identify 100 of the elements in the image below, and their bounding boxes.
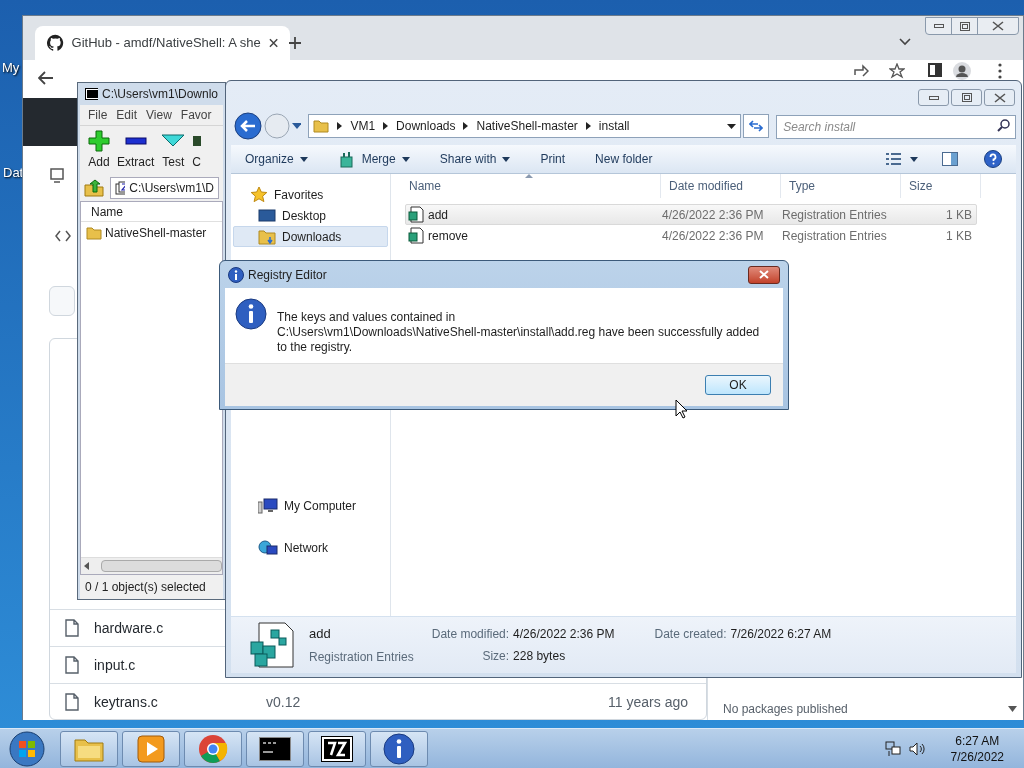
info-icon xyxy=(383,732,415,765)
nav-item[interactable]: Favorites xyxy=(233,184,388,205)
column-header[interactable]: Size xyxy=(901,174,981,198)
address-bar[interactable]: VM1 Downloads NativeShell-master install xyxy=(308,114,742,138)
refresh-button[interactable] xyxy=(743,114,770,138)
file-row[interactable]: remove 4/26/2022 2:36 PM Registration Entries 1 KB xyxy=(405,225,977,246)
path-field[interactable]: C:\Users\vm1\D xyxy=(110,177,219,199)
file-icon xyxy=(65,656,79,674)
chevron-right-icon[interactable] xyxy=(337,122,343,130)
column-header[interactable]: Date modified xyxy=(661,174,781,198)
close-icon[interactable] xyxy=(268,38,278,48)
commit-message[interactable]: v0.12 xyxy=(266,691,301,713)
status-text: 0 / 1 object(s) selected xyxy=(85,579,206,596)
close-button[interactable] xyxy=(748,265,780,284)
ok-button[interactable]: OK xyxy=(705,375,771,395)
chevron-right-icon[interactable] xyxy=(463,122,469,130)
file-row[interactable]: add 4/26/2022 2:36 PM Registration Entries 1 KB xyxy=(405,204,977,225)
command-button[interactable]: Organize xyxy=(245,150,308,168)
dialog-message: The keys and values contained in C:\Users\vm1\Downloads\NativeShell-master\install\add.reg have been successfully added to the registry. xyxy=(277,310,761,355)
search-icon[interactable] xyxy=(997,119,1010,132)
back-button[interactable] xyxy=(234,112,262,140)
nav-item[interactable]: My Computer xyxy=(233,495,388,516)
history-dropdown-icon[interactable] xyxy=(291,123,302,129)
file-date: 4/26/2022 2:36 PM xyxy=(662,227,765,245)
toolbar-button[interactable]: C xyxy=(192,130,201,171)
detail-label: Date modified: xyxy=(431,626,510,643)
maximize-icon xyxy=(959,21,970,31)
file-name-link[interactable]: input.c xyxy=(94,654,136,676)
help-icon[interactable] xyxy=(984,150,1002,168)
command-button[interactable]: Print xyxy=(540,150,566,168)
breadcrumb-item[interactable]: NativeShell-master xyxy=(476,117,578,135)
network-icon[interactable] xyxy=(884,740,901,757)
toolbar-button[interactable]: Test xyxy=(161,130,186,171)
archive-icon xyxy=(115,181,126,195)
nav-item[interactable]: Network xyxy=(233,537,388,558)
chrome-icon xyxy=(198,733,228,764)
github-icon xyxy=(47,34,64,52)
preview-pane-icon[interactable] xyxy=(942,152,958,166)
list-row[interactable]: NativeShell-master xyxy=(81,222,222,244)
close-button[interactable] xyxy=(984,89,1015,106)
registry-file-icon xyxy=(408,227,424,244)
command-button[interactable]: Share with xyxy=(439,150,511,168)
file-name-link[interactable]: hardware.c xyxy=(94,617,164,639)
chevron-right-icon[interactable] xyxy=(383,122,389,130)
menu-item[interactable]: Favor xyxy=(180,106,212,124)
star-icon[interactable] xyxy=(889,63,905,79)
back-icon[interactable] xyxy=(38,71,54,85)
commit-age: 11 years ago xyxy=(608,692,688,712)
sort-arrow-icon xyxy=(525,174,533,178)
file-icon xyxy=(65,619,79,637)
taskbar-button[interactable] xyxy=(370,730,428,767)
menu-item[interactable]: Edit xyxy=(116,106,138,124)
command-button[interactable]: New folder xyxy=(595,150,653,168)
browser-tab[interactable]: GitHub - amdf/NativeShell: A she xyxy=(35,26,290,60)
menu-item[interactable]: File xyxy=(88,106,108,124)
command-button[interactable]: Merge xyxy=(337,150,410,168)
column-header[interactable]: Name xyxy=(91,202,123,221)
toolbar-button[interactable]: Extract xyxy=(117,130,155,171)
taskbar-button[interactable] xyxy=(308,730,366,767)
folder-icon xyxy=(313,119,330,133)
close-icon xyxy=(992,21,1004,31)
menu-icon[interactable] xyxy=(998,63,1002,79)
list-view-icon xyxy=(886,153,902,165)
toolbar-button[interactable]: Add xyxy=(88,130,110,171)
nav-item[interactable]: Desktop xyxy=(233,205,388,226)
maximize-button[interactable] xyxy=(951,89,982,106)
registry-file-icon xyxy=(249,622,295,668)
scrollbar[interactable] xyxy=(81,557,222,574)
breadcrumb-item[interactable]: VM1 xyxy=(350,117,376,135)
new-tab-icon[interactable] xyxy=(288,36,302,50)
column-header[interactable]: Type xyxy=(781,174,901,198)
tab-title: GitHub - amdf/NativeShell: A she xyxy=(71,34,261,53)
folder-up-icon[interactable] xyxy=(84,179,104,197)
nav-item[interactable]: Downloads xyxy=(233,226,388,247)
file-icon xyxy=(65,693,79,711)
taskbar-button[interactable] xyxy=(246,730,304,767)
chevron-down-icon[interactable] xyxy=(899,38,911,46)
menu-item[interactable]: View xyxy=(146,106,172,124)
start-button[interactable] xyxy=(6,729,48,768)
minimize-button[interactable] xyxy=(918,89,949,106)
desktop-icon-label[interactable]: Dat xyxy=(3,163,24,183)
plus-icon xyxy=(88,130,110,152)
terminal-icon xyxy=(259,736,291,761)
view-button[interactable] xyxy=(886,153,918,165)
clock[interactable]: 6:27 AM 7/26/2022 xyxy=(950,732,1004,765)
breadcrumb-item[interactable]: Downloads xyxy=(396,117,456,135)
file-name-link[interactable]: keytrans.c xyxy=(94,691,158,713)
dropdown-icon[interactable] xyxy=(727,123,737,129)
search-field[interactable]: Search install xyxy=(776,115,1016,139)
chevron-right-icon[interactable] xyxy=(585,122,591,130)
maximize-icon xyxy=(961,93,972,102)
share-icon[interactable] xyxy=(853,63,869,77)
sidebar-icon[interactable] xyxy=(928,63,942,77)
scroll-down-icon[interactable] xyxy=(1008,706,1017,712)
file-size: 1 KB xyxy=(945,227,972,245)
desktop-icon-label[interactable]: My xyxy=(2,58,20,78)
profile-icon[interactable] xyxy=(953,62,971,80)
speaker-icon[interactable] xyxy=(908,741,925,756)
breadcrumb-item[interactable]: install xyxy=(598,117,630,135)
code-icon[interactable] xyxy=(55,230,71,242)
